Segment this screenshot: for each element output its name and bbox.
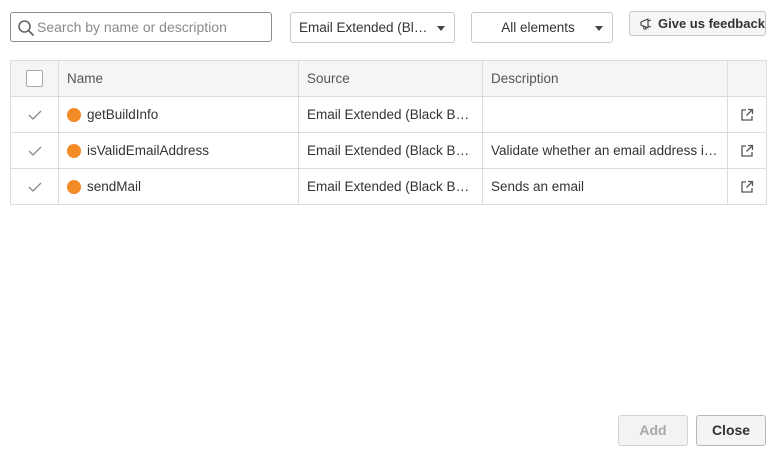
search-input[interactable] — [37, 13, 267, 41]
column-header-name[interactable]: Name — [58, 60, 299, 97]
checkmark-icon — [28, 110, 41, 121]
table-header-row: Name Source Description — [10, 60, 767, 97]
external-link-icon[interactable] — [740, 180, 754, 194]
row-open-cell[interactable] — [727, 132, 767, 169]
row-name: isValidEmailAddress — [87, 143, 210, 158]
external-link-icon[interactable] — [740, 108, 754, 122]
row-select-cell[interactable] — [10, 168, 59, 205]
server-action-icon — [67, 179, 81, 194]
select-all-cell — [10, 60, 59, 97]
server-action-icon — [67, 143, 81, 158]
chevron-down-icon — [437, 26, 445, 31]
row-name-cell: isValidEmailAddress — [58, 132, 299, 169]
row-description: Sends an email — [482, 168, 728, 205]
table-row[interactable]: getBuildInfo Email Extended (Black Belt … — [10, 96, 767, 133]
row-source: Email Extended (Black Belt ... — [298, 132, 483, 169]
search-icon — [18, 20, 34, 36]
toolbar: Email Extended (Black Belt ... All eleme… — [10, 11, 766, 45]
search-box[interactable] — [10, 12, 272, 42]
column-header-description[interactable]: Description — [482, 60, 728, 97]
row-name: getBuildInfo — [87, 107, 159, 122]
server-action-icon — [67, 107, 81, 122]
give-feedback-button[interactable]: Give us feedback — [629, 11, 766, 36]
row-name: sendMail — [87, 179, 142, 194]
row-open-cell[interactable] — [727, 168, 767, 205]
row-description — [482, 96, 728, 133]
table-row[interactable]: sendMail Email Extended (Black Belt ... … — [10, 168, 767, 205]
checkmark-icon — [28, 146, 41, 157]
row-source: Email Extended (Black Belt ... — [298, 96, 483, 133]
add-button[interactable]: Add — [618, 415, 688, 446]
row-open-cell[interactable] — [727, 96, 767, 133]
column-header-actions — [727, 60, 767, 97]
close-button[interactable]: Close — [696, 415, 766, 446]
source-filter-value: Email Extended (Black Belt ... — [299, 20, 431, 35]
chevron-down-icon — [595, 26, 603, 31]
elements-table: Name Source Description getBuildInfo Ema… — [10, 60, 767, 205]
checkmark-icon — [28, 182, 41, 193]
table-row[interactable]: isValidEmailAddress Email Extended (Blac… — [10, 132, 767, 169]
give-feedback-label: Give us feedback — [658, 16, 765, 31]
external-link-icon[interactable] — [740, 144, 754, 158]
row-select-cell[interactable] — [10, 132, 59, 169]
row-source: Email Extended (Black Belt ... — [298, 168, 483, 205]
row-name-cell: sendMail — [58, 168, 299, 205]
row-description: Validate whether an email address is o..… — [482, 132, 728, 169]
column-header-source[interactable]: Source — [298, 60, 483, 97]
source-filter-dropdown[interactable]: Email Extended (Black Belt ... — [290, 12, 455, 43]
element-type-dropdown[interactable]: All elements — [471, 12, 613, 43]
element-type-value: All elements — [501, 20, 575, 35]
select-all-checkbox[interactable] — [26, 70, 43, 87]
row-name-cell: getBuildInfo — [58, 96, 299, 133]
megaphone-icon — [640, 18, 652, 30]
row-select-cell[interactable] — [10, 96, 59, 133]
